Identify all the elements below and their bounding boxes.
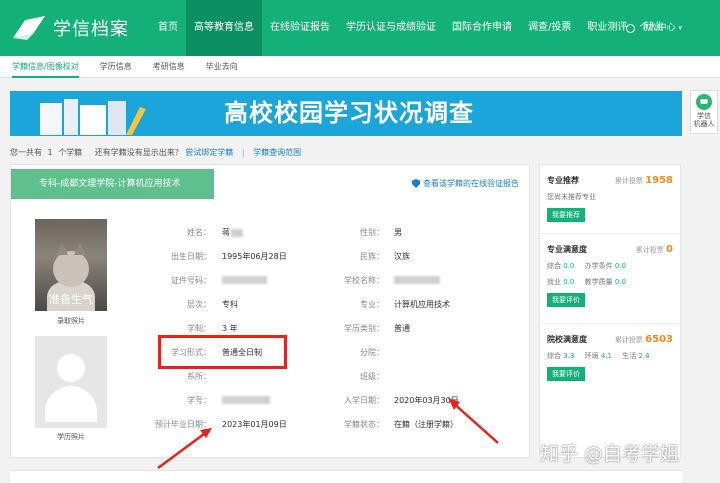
field-id-value [222,275,267,284]
field-department-label: 系所： [187,372,211,381]
field-major-value: 计算机应用技术 [394,300,450,309]
summary-divider: | [241,148,245,157]
avatar-placeholder-body [45,386,97,422]
top-header: 学信档案 首页 高等教育信息 在线验证报告 学历认证与成绩验证 国际合作申请 调… [0,0,720,56]
student-status-card: 专科-成都文理学院-计算机应用技术 查看该学籍的在线验证报告 准备生气 录取照片… [10,164,530,458]
subnav-degree-info[interactable]: 学历信息 [100,56,132,78]
student-status-summary: 您一共有 1 个学籍 还有学籍没有显示出来？ 尝试绑定学籍 | 学籍查询范围 [10,147,301,158]
field-name-label: 姓名： [187,228,211,237]
side-panel: 专业推荐 累计投票 1958 您尚未推荐专业 我要推荐 专业满意度 累计投票 0… [539,164,681,458]
survey-banner[interactable]: 高校校园学习状况调查 [10,91,682,136]
recommend-button[interactable]: 我要推荐 [547,208,585,222]
field-school-value [394,275,440,284]
logo[interactable]: 学信档案 [11,14,129,42]
verify-report-label: 查看该学籍的在线验证报告 [423,179,519,188]
zhihu-watermark: 知乎 @自考学姐 [540,443,680,465]
field-student-id-label: 学号： [187,396,211,405]
field-branch-label: 分院： [360,348,384,357]
chevron-down-icon: ▾ [678,24,682,32]
books-illustration [40,99,146,135]
field-level-label: 层次： [187,300,211,309]
field-duration-label: 学制： [187,324,211,333]
main-nav: 首页 高等教育信息 在线验证报告 学历认证与成绩验证 国际合作申请 调查/投票 … [150,0,671,56]
nav-online-verification[interactable]: 在线验证报告 [262,0,338,56]
cat-head-shape [53,243,89,287]
field-major-label: 专业： [360,300,384,309]
major-satisfaction-count: 累计投票 0 [635,244,673,255]
field-expected-grad-value: 2023年01月09日 [222,420,287,429]
nav-higher-education[interactable]: 高等教育信息 [186,0,262,56]
field-expected-grad-label: 预计毕业日期： [155,420,211,429]
user-icon [626,23,636,33]
subnav-graduate-destination[interactable]: 毕业去向 [206,56,238,78]
field-enroll-date-label: 入学日期： [344,396,384,405]
major-recommend-count: 累计投票 1958 [614,175,673,186]
field-status-label: 学籍状态： [344,420,384,429]
field-enroll-date-value: 2020年03月30日 [394,396,459,405]
field-gender-label: 性别： [360,228,384,237]
field-birth-value: 1995年06月28日 [222,252,287,261]
major-satisfaction-section: 专业满意度 累计投票 0 综合 0.0 办学条件 0.0 就业 0.0 教学质量… [547,244,675,307]
user-center-label: 个人中心 [639,23,676,33]
logo-icon [13,16,45,40]
field-school-label: 学校名称： [344,276,384,285]
field-duration-value: 3 年 [222,324,238,333]
field-gender-value: 男 [394,228,402,237]
bind-status-link[interactable]: 尝试绑定学籍 [185,148,233,157]
status-tab[interactable]: 专科-成都文理学院-计算机应用技术 [11,169,214,199]
subnav-student-status[interactable]: 学籍信息/图像校对 [12,56,79,78]
nav-international[interactable]: 国际合作申请 [444,0,520,56]
field-ethnicity-label: 民族： [360,252,384,261]
photo-caption: 准备生气 [49,293,93,306]
major-satisfaction-row1: 综合 0.0 办学条件 0.0 [547,262,626,270]
field-ethnicity-value: 汉族 [394,252,410,261]
school-satisfaction-count: 累计投票 6503 [614,334,673,345]
verify-report-link[interactable]: 查看该学籍的在线验证报告 [412,178,519,189]
major-satisfaction-row2: 就业 0.0 教学质量 0.0 [547,278,626,286]
nav-home[interactable]: 首页 [150,0,186,56]
admission-photo: 准备生气 [35,219,107,311]
query-scope-link[interactable]: 学籍查询范围 [253,148,301,157]
summary-unit: 个学籍 [58,148,83,157]
logo-text: 学信档案 [53,19,129,40]
robot-icon [696,94,712,110]
summary-question: 还有学籍没有显示出来？ [94,148,183,157]
nav-certification[interactable]: 学历认证与成绩验证 [338,0,444,56]
summary-prefix: 您一共有 [10,148,42,157]
school-satisfaction-row1: 综合 3.3 环境 4.1 生活 2.4 [547,352,650,360]
summary-count: 1 [47,148,53,157]
side-divider [540,323,680,324]
field-class-label: 班级： [360,372,384,381]
bottom-panel-edge [10,470,682,483]
field-status-value: 在籍（注册学籍） [394,420,458,429]
degree-photo-placeholder [35,336,107,428]
field-student-id-value [222,395,270,404]
rate-major-button[interactable]: 我要评价 [547,293,585,307]
banner-title: 高校校园学习状况调查 [224,99,474,127]
study-form-highlight-box [158,335,287,369]
major-recommend-section: 专业推荐 累计投票 1958 您尚未推荐专业 我要推荐 [547,175,675,222]
degree-photo-label: 学历照片 [57,433,85,441]
robot-label: 学信 机器人 [693,112,715,128]
subnav-postgrad-info[interactable]: 考研信息 [153,56,185,78]
sub-nav: 学籍信息/图像校对 学历信息 考研信息 毕业去向 [0,56,720,78]
nav-survey[interactable]: 调查/投票 [520,0,579,56]
field-level-value: 专科 [222,300,238,309]
school-satisfaction-section: 院校满意度 累计投票 6503 综合 3.3 环境 4.1 生活 2.4 我要评… [547,334,675,381]
side-divider [540,233,680,234]
user-center-menu[interactable]: 个人中心 ▾ [626,0,682,56]
major-recommend-note: 您尚未推荐专业 [547,193,596,201]
rate-school-button[interactable]: 我要评价 [547,367,585,381]
admission-photo-label: 录取照片 [57,317,85,325]
chat-robot[interactable]: 学信 机器人 [690,90,718,134]
field-degree-type-label: 学历类别： [344,324,384,333]
field-birth-label: 出生日期： [171,252,211,261]
field-id-label: 证件号码： [171,276,211,285]
field-degree-type-value: 普通 [394,324,410,333]
field-name-value: 蒋 [222,227,243,238]
avatar-placeholder-head [57,354,85,382]
shield-icon [412,179,420,188]
